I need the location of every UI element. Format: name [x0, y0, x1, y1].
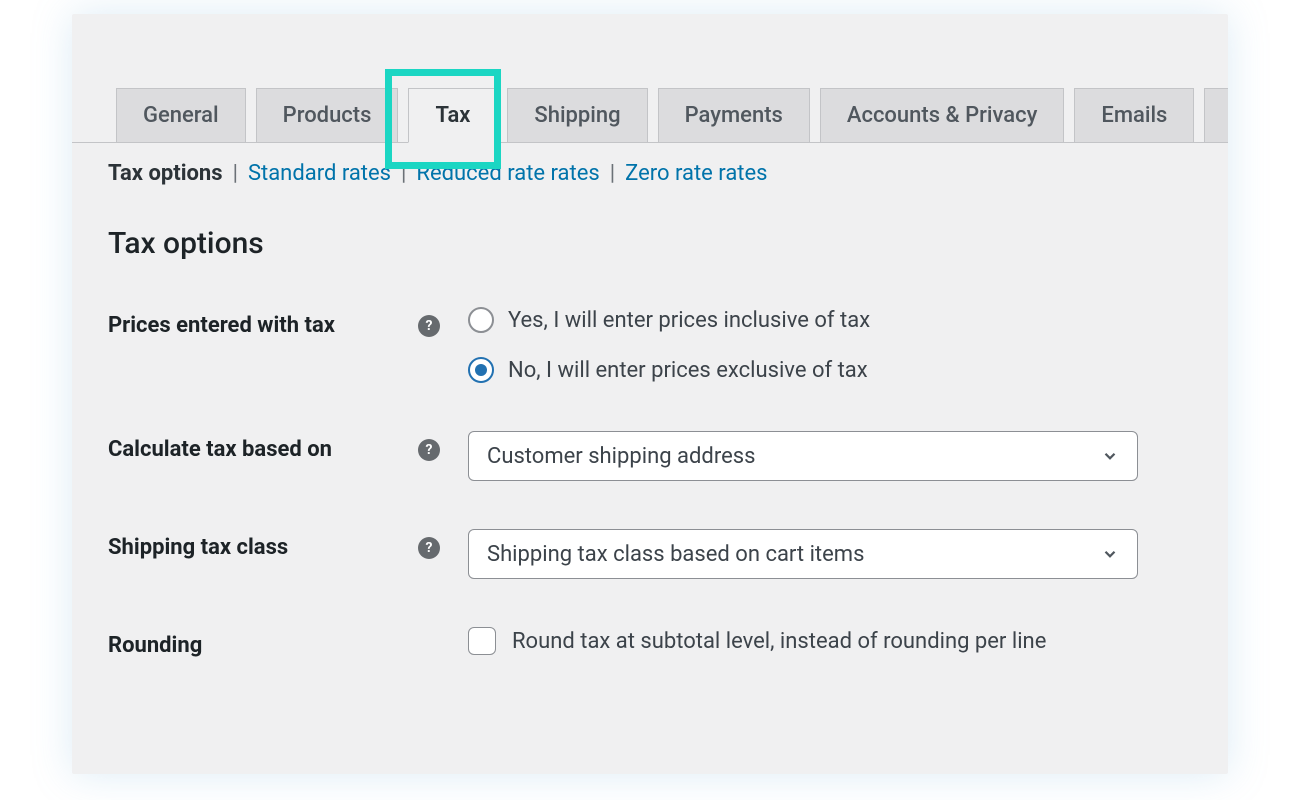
select-shipping-tax-class[interactable]: Shipping tax class based on cart items [468, 529, 1138, 579]
radio-exclusive-input[interactable] [468, 357, 494, 383]
tab-accounts-privacy[interactable]: Accounts & Privacy [820, 88, 1065, 142]
subnav-current: Tax options [108, 161, 223, 186]
label-prices-entered-with-tax: Prices entered with tax [108, 313, 335, 338]
label-rounding: Rounding [108, 633, 202, 658]
checkbox-rounding-label: Round tax at subtotal level, instead of … [512, 629, 1046, 654]
help-icon[interactable]: ? [418, 537, 440, 559]
label-shipping-tax-class: Shipping tax class [108, 535, 288, 560]
subnav-sep: | [608, 161, 617, 186]
tab-integration[interactable]: Integra [1204, 88, 1228, 142]
radio-exclusive-label: No, I will enter prices exclusive of tax [508, 358, 868, 383]
row-calculate-tax-based-on: Calculate tax based on ? Customer shippi… [108, 431, 1228, 481]
tab-general[interactable]: General [116, 88, 246, 142]
radio-inclusive-label: Yes, I will enter prices inclusive of ta… [508, 308, 870, 333]
row-shipping-tax-class: Shipping tax class ? Shipping tax class … [108, 529, 1228, 579]
row-prices-entered-with-tax: Prices entered with tax ? Yes, I will en… [108, 307, 1228, 383]
checkbox-rounding-line[interactable]: Round tax at subtotal level, instead of … [468, 627, 1228, 655]
settings-panel: General Products Tax Shipping Payments A… [72, 14, 1228, 774]
section-heading: Tax options [72, 186, 1228, 261]
radio-option-exclusive[interactable]: No, I will enter prices exclusive of tax [468, 357, 1228, 383]
label-calculate-tax-based-on: Calculate tax based on [108, 437, 332, 462]
select-value: Shipping tax class based on cart items [487, 542, 864, 567]
select-value: Customer shipping address [487, 444, 755, 469]
row-rounding: Rounding Round tax at subtotal level, in… [108, 627, 1228, 658]
tax-options-form: Prices entered with tax ? Yes, I will en… [72, 261, 1228, 658]
chevron-down-icon [1101, 447, 1119, 465]
subnav-sep: | [399, 161, 408, 186]
subnav-standard-rates[interactable]: Standard rates [248, 161, 391, 186]
help-icon[interactable]: ? [418, 315, 440, 337]
tab-emails[interactable]: Emails [1074, 88, 1194, 142]
tab-tax[interactable]: Tax [408, 88, 497, 143]
subnav-reduced-rate-rates[interactable]: Reduced rate rates [416, 161, 599, 186]
tax-subnav: Tax options | Standard rates | Reduced r… [72, 143, 1228, 186]
tab-products[interactable]: Products [256, 88, 399, 142]
subnav-zero-rate-rates[interactable]: Zero rate rates [625, 161, 767, 186]
help-icon[interactable]: ? [418, 439, 440, 461]
checkbox-rounding[interactable] [468, 627, 496, 655]
tab-shipping[interactable]: Shipping [507, 88, 647, 142]
select-calculate-tax-based-on[interactable]: Customer shipping address [468, 431, 1138, 481]
tab-payments[interactable]: Payments [658, 88, 810, 142]
radio-option-inclusive[interactable]: Yes, I will enter prices inclusive of ta… [468, 307, 1228, 333]
chevron-down-icon [1101, 545, 1119, 563]
radio-inclusive-input[interactable] [468, 307, 494, 333]
subnav-sep: | [231, 161, 240, 186]
settings-tabs: General Products Tax Shipping Payments A… [72, 14, 1228, 143]
